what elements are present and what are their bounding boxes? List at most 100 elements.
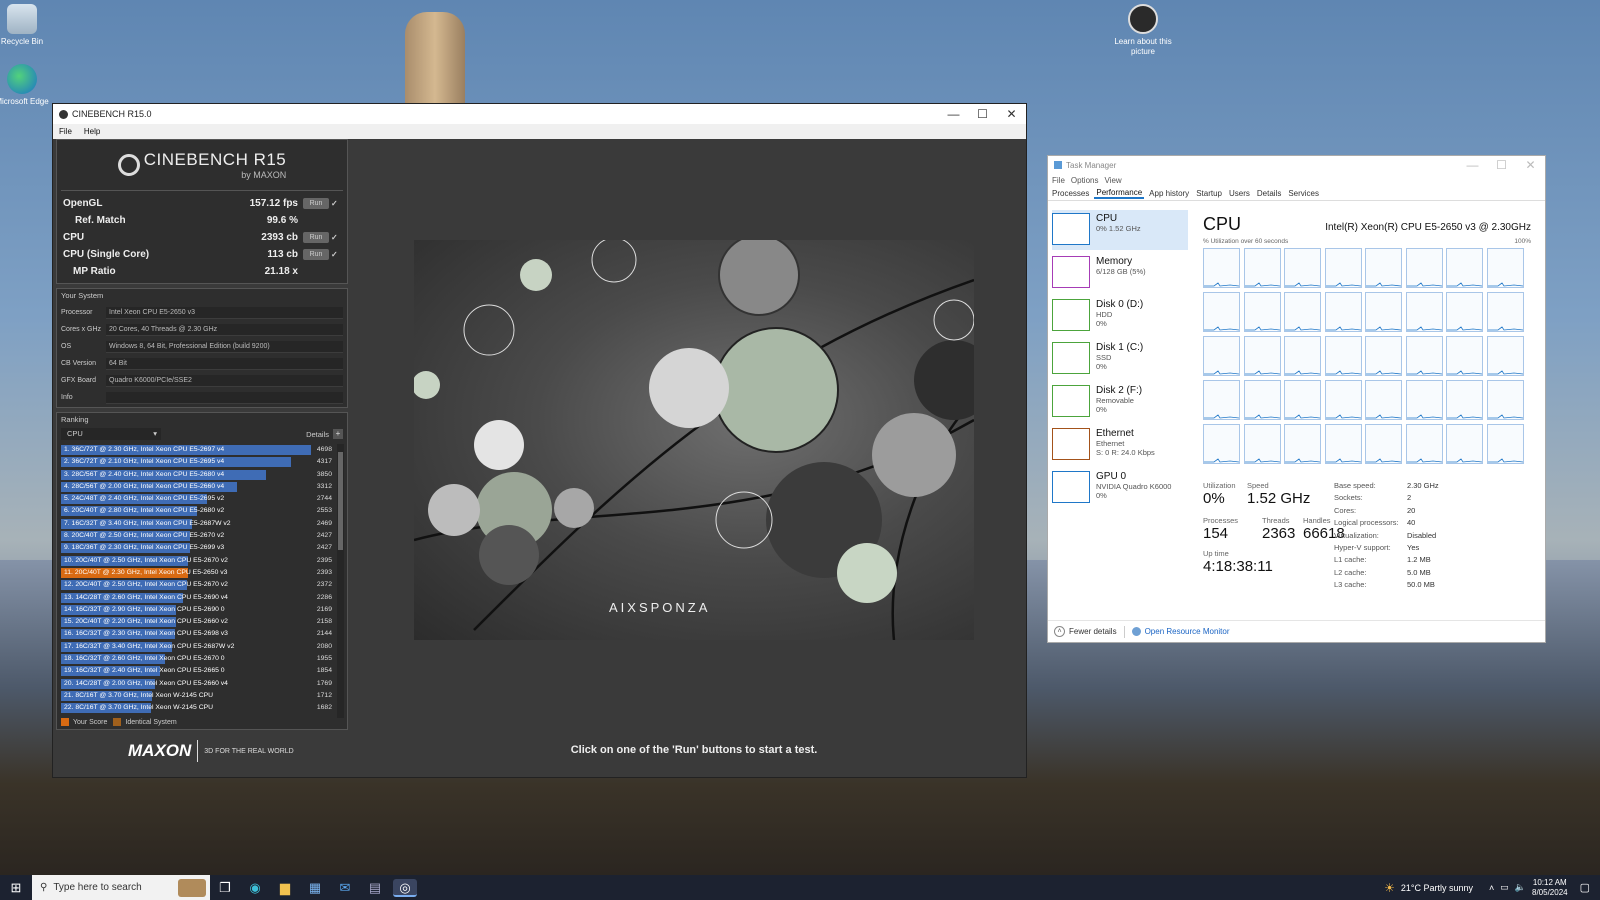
cpu-core-graph — [1243, 336, 1281, 376]
weather-text[interactable]: 21°C Partly sunny — [1401, 883, 1473, 893]
ranking-row[interactable]: 7. 16C/32T @ 3.40 GHz, Intel Xeon CPU E5… — [61, 518, 336, 530]
ranking-row[interactable]: 21. 8C/16T @ 3.70 GHz, Intel Xeon W-2145… — [61, 690, 336, 702]
ranking-score: 1712 — [316, 691, 332, 699]
cpu-core-graph — [1243, 248, 1281, 288]
ranking-scrollbar[interactable] — [337, 444, 344, 718]
perf-sidebar-item[interactable]: Disk 1 (C:) SSD 0% — [1052, 339, 1188, 379]
ranking-row[interactable]: 1. 36C/72T @ 2.30 GHz, Intel Xeon CPU E5… — [61, 444, 336, 456]
cpu-core-graph — [1365, 248, 1402, 288]
ranking-select-value: CPU — [67, 429, 83, 438]
ranking-category-select[interactable]: CPU ▾ — [61, 428, 161, 440]
close-button[interactable]: ✕ — [997, 107, 1026, 121]
search-box[interactable]: ⚲ Type here to search — [32, 875, 210, 900]
ranking-legend: Your Score Identical System — [61, 718, 177, 726]
menu-options[interactable]: Options — [1071, 176, 1099, 185]
ranking-row[interactable]: 10. 20C/40T @ 2.50 GHz, Intel Xeon CPU E… — [61, 555, 336, 567]
perf-detail-row: L3 cache: 50.0 MB — [1334, 580, 1534, 592]
detail-value: 40 — [1407, 518, 1416, 528]
open-resource-monitor-link[interactable]: Open Resource Monitor — [1145, 627, 1230, 636]
tab-processes[interactable]: Processes — [1050, 189, 1091, 198]
stat-label: Processes — [1203, 516, 1239, 525]
notifications-icon[interactable]: ▢ — [1580, 881, 1590, 894]
desktop-icon-recycle-bin[interactable]: Recycle Bin — [0, 4, 52, 47]
tab-users[interactable]: Users — [1227, 189, 1252, 198]
perf-sidebar-item[interactable]: Memory 6/128 GB (5%) — [1052, 253, 1188, 293]
task-view-icon[interactable]: ❐ — [213, 879, 237, 897]
ranking-row[interactable]: 13. 14C/28T @ 2.60 GHz, Intel Xeon CPU E… — [61, 592, 336, 604]
ranking-score: 2395 — [316, 556, 332, 564]
menu-view[interactable]: View — [1104, 176, 1121, 185]
ranking-title: Ranking — [61, 415, 89, 424]
start-button[interactable]: ⊞ — [3, 879, 29, 897]
maximize-button[interactable]: ☐ — [1487, 158, 1516, 172]
file-explorer-icon[interactable]: ▆ — [273, 879, 297, 897]
ranking-row[interactable]: 3. 28C/56T @ 2.40 GHz, Intel Xeon CPU E5… — [61, 469, 336, 481]
menu-file[interactable]: File — [1052, 176, 1065, 185]
ranking-row[interactable]: 4. 28C/56T @ 2.00 GHz, Intel Xeon CPU E5… — [61, 481, 336, 493]
system-key: Processor — [61, 309, 93, 316]
task-manager-taskbar-icon[interactable]: ▤ — [363, 879, 387, 897]
minimize-button[interactable]: — — [1458, 158, 1487, 172]
perf-item-sub2: S: 0 R: 24.0 Kbps — [1096, 448, 1155, 457]
tab-services[interactable]: Services — [1286, 189, 1321, 198]
ranking-row[interactable]: 11. 20C/40T @ 2.30 GHz, Intel Xeon CPU E… — [61, 567, 336, 579]
desktop-icon-learn-picture[interactable]: Learn about this picture — [1113, 4, 1173, 57]
perf-sidebar-item[interactable]: GPU 0 NVIDIA Quadro K6000 0% — [1052, 468, 1188, 508]
cpu-name: Intel(R) Xeon(R) CPU E5-2650 v3 @ 2.30GH… — [1325, 222, 1531, 233]
volume-icon[interactable]: 🔈 — [1515, 882, 1526, 893]
check-icon: ✓ — [331, 199, 338, 208]
run-cpu-single-button[interactable]: Run — [303, 249, 329, 260]
maximize-button[interactable]: ☐ — [968, 107, 997, 121]
perf-sidebar-item[interactable]: CPU 0% 1.52 GHz — [1052, 210, 1188, 250]
ranking-row[interactable]: 8. 20C/40T @ 2.50 GHz, Intel Xeon CPU E5… — [61, 530, 336, 542]
ranking-row[interactable]: 15. 20C/40T @ 2.20 GHz, Intel Xeon CPU E… — [61, 616, 336, 628]
ranking-row[interactable]: 17. 16C/32T @ 3.40 GHz, Intel Xeon CPU E… — [61, 641, 336, 653]
perf-sidebar-item[interactable]: Disk 2 (F:) Removable 0% — [1052, 382, 1188, 422]
ranking-row[interactable]: 20. 14C/28T @ 2.00 GHz, Intel Xeon CPU E… — [61, 678, 336, 690]
system-key: OS — [61, 343, 72, 350]
tab-startup[interactable]: Startup — [1194, 189, 1224, 198]
ranking-row[interactable]: 5. 24C/48T @ 2.40 GHz, Intel Xeon CPU E5… — [61, 493, 336, 505]
ranking-row[interactable]: 14. 16C/32T @ 2.90 GHz, Intel Xeon CPU E… — [61, 604, 336, 616]
perf-stat: Utilization 0% — [1203, 481, 1236, 507]
desktop-icon-edge[interactable]: Microsoft Edge — [0, 64, 52, 107]
result-label: CPU — [63, 232, 85, 243]
scrollbar-thumb[interactable] — [338, 452, 343, 550]
perf-sidebar-item[interactable]: Disk 0 (D:) HDD 0% — [1052, 296, 1188, 336]
tab-app-history[interactable]: App history — [1147, 189, 1191, 198]
ranking-row[interactable]: 9. 18C/36T @ 2.30 GHz, Intel Xeon CPU E5… — [61, 542, 336, 554]
menu-file[interactable]: File — [59, 127, 72, 136]
details-toggle-button[interactable]: + — [333, 429, 343, 439]
close-button[interactable]: ✕ — [1516, 158, 1545, 172]
perf-item-sub2: 0% — [1096, 319, 1107, 328]
run-opengl-button[interactable]: Run — [303, 198, 329, 209]
store-icon[interactable]: ▦ — [303, 879, 327, 897]
tab-details[interactable]: Details — [1255, 189, 1283, 198]
cpu-core-graph — [1486, 292, 1524, 332]
system-key: CB Version — [61, 360, 97, 367]
perf-sidebar-item[interactable]: Ethernet Ethernet S: 0 R: 24.0 Kbps — [1052, 425, 1188, 465]
ranking-row[interactable]: 2. 36C/72T @ 2.10 GHz, Intel Xeon CPU E5… — [61, 456, 336, 468]
ranking-row[interactable]: 12. 20C/40T @ 2.50 GHz, Intel Xeon CPU E… — [61, 579, 336, 591]
tab-performance[interactable]: Performance — [1094, 188, 1145, 199]
detail-value: 2 — [1407, 493, 1412, 503]
ranking-panel: Ranking CPU ▾ Details + 1. 36C/72T @ 2.3… — [56, 412, 348, 730]
weather-icon: ☀ — [1384, 880, 1395, 895]
chevron-down-icon: ▾ — [153, 429, 157, 438]
chevron-up-icon[interactable]: ˄ — [1489, 883, 1494, 893]
cinebench-taskbar-icon[interactable]: ◎ — [393, 878, 417, 897]
ranking-row[interactable]: 22. 8C/16T @ 3.70 GHz, Intel Xeon W-2145… — [61, 702, 336, 714]
menu-help[interactable]: Help — [84, 127, 100, 136]
ranking-row[interactable]: 19. 16C/32T @ 2.40 GHz, Intel Xeon CPU E… — [61, 665, 336, 677]
clock[interactable]: 10:12 AM 8/05/2024 — [1532, 878, 1568, 898]
ranking-row[interactable]: 16. 16C/32T @ 2.30 GHz, Intel Xeon CPU E… — [61, 628, 336, 640]
run-cpu-button[interactable]: Run — [303, 232, 329, 243]
minimize-button[interactable]: — — [939, 107, 968, 121]
edge-icon[interactable]: ◉ — [243, 879, 267, 897]
ranking-row[interactable]: 18. 16C/32T @ 2.60 GHz, Intel Xeon CPU E… — [61, 653, 336, 665]
mail-icon[interactable]: ✉ — [333, 879, 357, 897]
ranking-label: 5. 24C/48T @ 2.40 GHz, Intel Xeon CPU E5… — [64, 495, 225, 503]
fewer-details-button[interactable]: Fewer details — [1069, 627, 1117, 636]
network-icon[interactable]: ▭ — [1500, 882, 1509, 893]
ranking-row[interactable]: 6. 20C/40T @ 2.80 GHz, Intel Xeon CPU E5… — [61, 505, 336, 517]
